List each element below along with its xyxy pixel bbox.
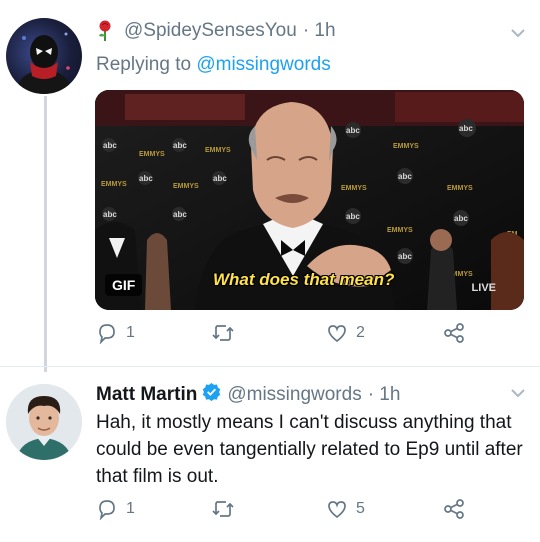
share-action[interactable] bbox=[443, 322, 465, 344]
share-action[interactable] bbox=[443, 498, 465, 520]
author-handle[interactable]: @SpideySensesYou bbox=[124, 20, 297, 42]
like-icon bbox=[328, 325, 346, 343]
author-name[interactable]: Matt Martin bbox=[96, 384, 197, 406]
gif-media[interactable]: EMMYS EMMYS EMMYS EMMYS EMMYS EMMYS EMMYS EM… bbox=[95, 90, 524, 310]
author-handle[interactable]: @missingwords bbox=[227, 384, 361, 406]
tweet-header: @SpideySensesYou · 1h bbox=[96, 20, 336, 42]
rose-emoji-icon bbox=[96, 20, 114, 42]
replying-to-line: Replying to @missingwords bbox=[96, 54, 331, 76]
retweet-icon bbox=[212, 325, 234, 341]
svg-text:abc: abc bbox=[213, 174, 227, 183]
reply-action[interactable]: 1 bbox=[96, 498, 211, 520]
like-action[interactable]: 2 bbox=[326, 322, 443, 344]
tweet-text: Hah, it mostly means I can't discuss any… bbox=[96, 412, 523, 487]
svg-text:abc: abc bbox=[398, 252, 412, 261]
tweet-timestamp[interactable]: · 1h bbox=[368, 384, 401, 406]
like-action[interactable]: 5 bbox=[326, 498, 443, 520]
svg-text:abc: abc bbox=[346, 126, 360, 135]
retweet-icon bbox=[212, 501, 234, 517]
svg-text:abc: abc bbox=[173, 210, 187, 219]
reply-action[interactable]: 1 bbox=[96, 322, 211, 344]
tweet-header: Matt Martin @missingwords · 1h bbox=[96, 382, 400, 407]
svg-text:EMMYS: EMMYS bbox=[101, 181, 127, 188]
svg-text:abc: abc bbox=[139, 174, 153, 183]
tweet-timestamp[interactable]: · 1h bbox=[303, 20, 336, 42]
reply-count: 1 bbox=[126, 324, 135, 341]
replying-label: Replying to bbox=[96, 54, 192, 75]
retweet-action[interactable] bbox=[211, 498, 326, 520]
tweet-reply-matt-martin[interactable]: Matt Martin @missingwords · 1h Hah, it m… bbox=[0, 368, 540, 542]
svg-text:EMMYS: EMMYS bbox=[447, 185, 473, 192]
svg-text:abc: abc bbox=[459, 124, 473, 133]
spiderman-avatar-illustration bbox=[18, 32, 70, 94]
verified-badge-icon bbox=[202, 382, 221, 407]
svg-text:EMMYS: EMMYS bbox=[387, 227, 413, 234]
svg-text:abc: abc bbox=[103, 141, 117, 150]
svg-text:EMMYS: EMMYS bbox=[173, 183, 199, 190]
like-count: 5 bbox=[356, 500, 365, 517]
avatar[interactable] bbox=[6, 18, 82, 94]
reply-icon bbox=[99, 324, 115, 344]
svg-text:abc: abc bbox=[398, 172, 412, 181]
tweet-divider bbox=[0, 366, 540, 367]
like-icon bbox=[328, 501, 346, 519]
svg-text:EMMYS: EMMYS bbox=[139, 151, 165, 158]
svg-text:abc: abc bbox=[454, 214, 468, 223]
profile-photo-illustration bbox=[6, 384, 82, 460]
live-label: LIVE bbox=[471, 282, 496, 294]
avatar[interactable] bbox=[6, 384, 82, 460]
like-count: 2 bbox=[356, 324, 365, 341]
replying-to-handle[interactable]: @missingwords bbox=[196, 54, 330, 75]
svg-text:EMMYS: EMMYS bbox=[393, 143, 419, 150]
gif-badge: GIF bbox=[105, 274, 143, 296]
gif-caption: What does that mean? bbox=[213, 270, 395, 289]
svg-text:EMMYS: EMMYS bbox=[205, 147, 231, 154]
tweet-actions: 1 5 bbox=[96, 498, 465, 520]
svg-text:abc: abc bbox=[346, 212, 360, 221]
svg-text:EMMYS: EMMYS bbox=[341, 185, 367, 192]
share-icon bbox=[444, 323, 464, 343]
svg-text:abc: abc bbox=[173, 141, 187, 150]
tweet-actions: 1 2 bbox=[96, 322, 465, 344]
reply-icon bbox=[99, 500, 115, 520]
chevron-down-icon[interactable] bbox=[510, 28, 526, 38]
chevron-down-icon[interactable] bbox=[510, 388, 526, 398]
svg-text:abc: abc bbox=[103, 210, 117, 219]
share-icon bbox=[444, 499, 464, 519]
tweet-reply-spidey[interactable]: @SpideySensesYou · 1h Replying to @missi… bbox=[0, 0, 540, 368]
retweet-action[interactable] bbox=[211, 322, 326, 344]
reply-count: 1 bbox=[126, 500, 135, 517]
